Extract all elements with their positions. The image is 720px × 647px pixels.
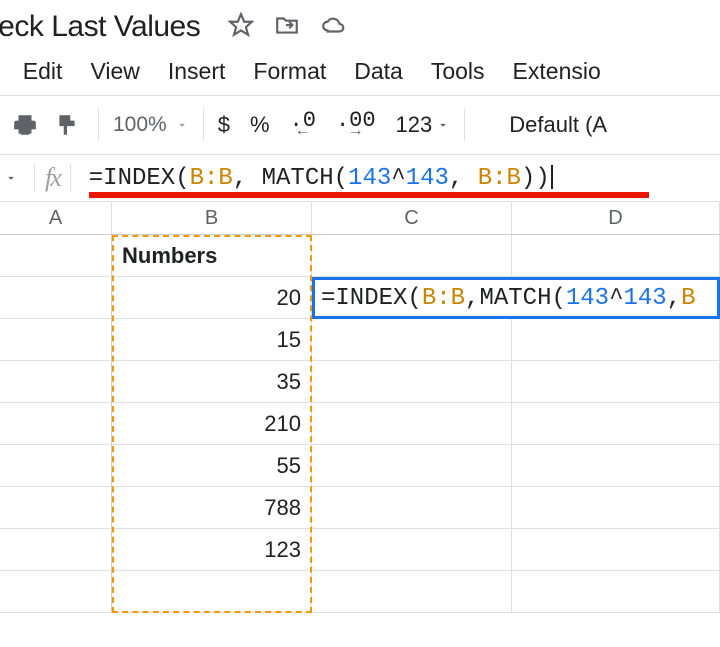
zoom-selector[interactable]: 100%	[113, 113, 189, 137]
spreadsheet-grid[interactable]: A B C D Numbers 20 15 35 210 55	[0, 202, 720, 613]
cloud-status-icon[interactable]	[320, 12, 346, 43]
cell-b3[interactable]: 15	[112, 319, 312, 361]
cell[interactable]	[512, 319, 720, 361]
paint-format-icon[interactable]	[50, 108, 84, 142]
document-title[interactable]: neck Last Values	[0, 10, 200, 44]
cell[interactable]	[312, 361, 512, 403]
menu-data[interactable]: Data	[354, 58, 403, 85]
chevron-down-icon	[175, 118, 189, 132]
cell[interactable]	[0, 487, 112, 529]
title-icon-group	[228, 12, 346, 43]
format-currency-button[interactable]: $	[218, 112, 230, 138]
cell-b1[interactable]: Numbers	[112, 235, 312, 277]
text-caret	[551, 165, 553, 189]
cell-b6[interactable]: 55	[112, 445, 312, 487]
cell[interactable]	[0, 277, 112, 319]
cell-b4[interactable]: 35	[112, 361, 312, 403]
cell[interactable]	[312, 319, 512, 361]
cell[interactable]	[112, 571, 312, 613]
red-underline-annotation	[89, 192, 649, 198]
zoom-value: 100%	[113, 113, 167, 137]
cell[interactable]	[0, 235, 112, 277]
cell[interactable]	[512, 403, 720, 445]
more-formats-button[interactable]: 123	[396, 112, 451, 138]
column-headers: A B C D	[0, 202, 720, 235]
cell[interactable]	[0, 403, 112, 445]
cell[interactable]	[512, 529, 720, 571]
cell[interactable]	[512, 235, 720, 277]
formula-bar: fx =INDEX(B:B, MATCH(143^143, B:B))	[0, 154, 720, 202]
cell[interactable]	[312, 445, 512, 487]
cell-b5[interactable]: 210	[112, 403, 312, 445]
cell[interactable]	[312, 571, 512, 613]
cell[interactable]	[0, 319, 112, 361]
column-header-a[interactable]: A	[0, 202, 112, 234]
cell[interactable]	[0, 445, 112, 487]
fx-icon: fx	[45, 163, 60, 193]
cell[interactable]	[0, 571, 112, 613]
chevron-down-icon	[436, 118, 450, 132]
cell-b8[interactable]: 123	[112, 529, 312, 571]
font-selector[interactable]: Default (A	[509, 112, 607, 138]
cell[interactable]	[0, 529, 112, 571]
star-icon[interactable]	[228, 12, 254, 43]
cell[interactable]	[312, 487, 512, 529]
cell[interactable]	[312, 235, 512, 277]
cell[interactable]	[312, 403, 512, 445]
arrow-right-icon: →	[351, 126, 361, 137]
move-folder-icon[interactable]	[274, 12, 300, 43]
cell[interactable]	[512, 487, 720, 529]
increase-decimal-button[interactable]: .00 →	[336, 113, 376, 138]
arrow-left-icon: ←	[298, 126, 308, 137]
cell[interactable]	[312, 529, 512, 571]
menu-insert[interactable]: Insert	[168, 58, 226, 85]
active-cell-c2[interactable]: =INDEX(B:B, MATCH(143^143, B	[312, 277, 720, 319]
toolbar: 100% $ % .0 ← .00 → 123 Default (A	[0, 96, 720, 154]
column-header-d[interactable]: D	[512, 202, 720, 234]
menu-extensions[interactable]: Extensio	[513, 58, 601, 85]
print-icon[interactable]	[8, 108, 42, 142]
cell-b2[interactable]: 20	[112, 277, 312, 319]
cell[interactable]	[512, 445, 720, 487]
decrease-decimal-button[interactable]: .0 ←	[290, 113, 316, 138]
column-header-b[interactable]: B	[112, 202, 312, 234]
cell[interactable]	[512, 361, 720, 403]
cell-b7[interactable]: 788	[112, 487, 312, 529]
menu-format[interactable]: Format	[253, 58, 326, 85]
name-box-dropdown[interactable]	[0, 171, 24, 185]
title-bar: neck Last Values	[0, 0, 720, 50]
cell[interactable]	[512, 571, 720, 613]
column-header-c[interactable]: C	[312, 202, 512, 234]
menu-bar: e Edit View Insert Format Data Tools Ext…	[0, 50, 720, 95]
chevron-down-icon	[4, 171, 18, 185]
menu-tools[interactable]: Tools	[431, 58, 485, 85]
formula-input[interactable]: =INDEX(B:B, MATCH(143^143, B:B))	[89, 165, 553, 192]
format-percent-button[interactable]: %	[250, 112, 270, 138]
cell[interactable]	[0, 361, 112, 403]
menu-edit[interactable]: Edit	[23, 58, 63, 85]
menu-view[interactable]: View	[90, 58, 139, 85]
